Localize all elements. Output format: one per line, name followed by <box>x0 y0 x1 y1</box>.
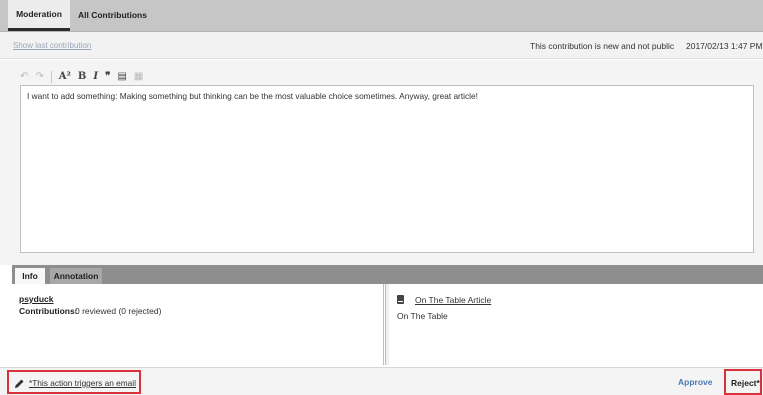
quote-icon[interactable]: ❞ <box>105 70 110 84</box>
contribution-date: 2017/02/13 1:47 PM <box>686 41 763 51</box>
font-size-icon[interactable]: A² <box>59 70 71 84</box>
media-icon[interactable]: ▦ <box>134 70 143 84</box>
contribution-status-text: This contribution is new and not public <box>530 41 675 51</box>
article-link[interactable]: On The Table Article <box>415 295 491 305</box>
approve-button[interactable]: Approve <box>678 377 712 387</box>
reject-button[interactable]: Reject* <box>731 378 760 388</box>
show-last-contribution-link[interactable]: Show last contribution <box>13 41 91 50</box>
contributions-label: Contributions: <box>19 306 78 316</box>
pencil-icon <box>15 379 24 388</box>
document-icon <box>397 295 404 304</box>
bold-icon[interactable]: B <box>78 70 86 84</box>
tab-moderation[interactable]: Moderation <box>8 0 70 31</box>
editor-toolbar: ↶ ↷ A² B I ❞ ▤ ▦ <box>20 69 143 85</box>
action-bar: *This action triggers an email Approve R… <box>0 367 763 395</box>
reject-highlight: Reject* <box>724 369 762 395</box>
tab-all-contributions[interactable]: All Contributions <box>78 0 147 31</box>
contribution-textarea[interactable]: I want to add something: Making somethin… <box>20 85 754 253</box>
contributions-value: 0 reviewed (0 rejected) <box>75 306 162 316</box>
info-tab-bar: Info Annotation <box>12 265 763 284</box>
article-info: On The Table Article On The Table <box>389 284 763 365</box>
author-info: psyduck Contributions: 0 reviewed (0 rej… <box>12 284 386 365</box>
status-row: Show last contribution This contribution… <box>0 32 763 59</box>
article-section: On The Table <box>397 311 448 321</box>
italic-icon[interactable]: I <box>93 70 98 84</box>
toolbar-divider <box>50 71 52 83</box>
undo-icon[interactable]: ↶ <box>20 70 28 84</box>
insert-icon[interactable]: ▤ <box>117 70 126 84</box>
top-tab-bar: Moderation All Contributions <box>0 0 763 32</box>
email-note-link[interactable]: *This action triggers an email <box>29 378 136 388</box>
editor-area: ↶ ↷ A² B I ❞ ▤ ▦ I want to add something… <box>0 60 763 265</box>
email-note-highlight: *This action triggers an email <box>7 370 141 394</box>
tab-info[interactable]: Info <box>15 268 45 284</box>
info-panel: Info Annotation psyduck Contributions: 0… <box>12 265 763 365</box>
redo-icon[interactable]: ↷ <box>35 70 43 84</box>
author-link[interactable]: psyduck <box>19 294 54 304</box>
tab-annotation[interactable]: Annotation <box>50 268 102 284</box>
